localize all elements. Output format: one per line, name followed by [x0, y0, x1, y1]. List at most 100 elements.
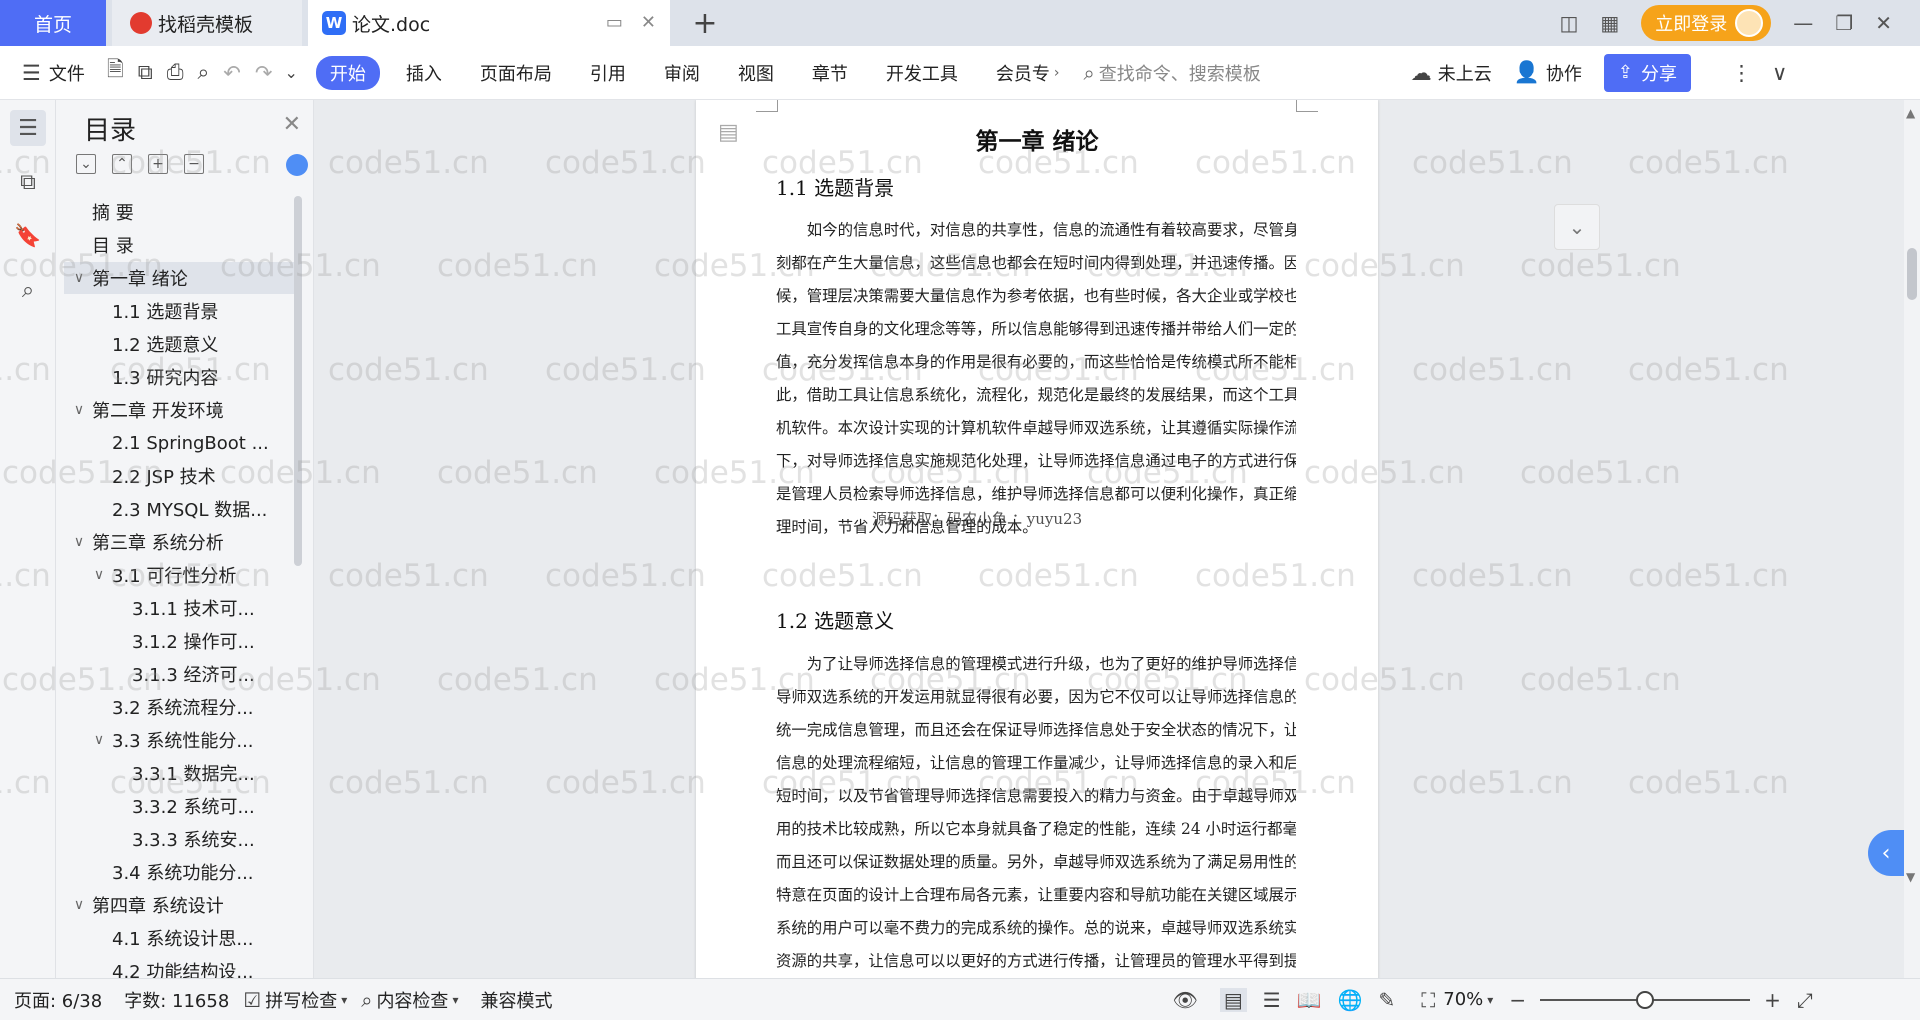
print-icon[interactable]: ⎙	[167, 60, 184, 85]
toc-item[interactable]: ∨ 第一章 绪论	[64, 262, 294, 294]
zoom-in-icon[interactable]: +	[1764, 988, 1781, 1012]
toc-item[interactable]: 3.3.1 数据完...	[64, 757, 294, 789]
command-search-input[interactable]: 查找命令、搜索模板	[1099, 60, 1261, 86]
toc-expand-caret-icon[interactable]: ∨	[90, 567, 108, 583]
save-icon[interactable]: 🗎	[107, 55, 124, 90]
collapse-all-icon[interactable]: ⌃	[112, 154, 132, 174]
tab-chapter[interactable]: 章节	[812, 60, 848, 86]
toc-item[interactable]: 3.1.2 操作可...	[64, 625, 294, 657]
toc-item[interactable]: 目 录	[64, 229, 294, 261]
toc-item[interactable]: 1.1 选题背景	[64, 295, 294, 327]
tab-view[interactable]: 视图	[738, 60, 774, 86]
redo-icon[interactable]: ↷	[255, 61, 273, 85]
fit-page-icon[interactable]: ⛶	[1421, 988, 1435, 1012]
content-check-dropdown-icon[interactable]: ▾	[452, 993, 458, 1007]
tab-review[interactable]: 审阅	[664, 60, 700, 86]
zoom-slider-knob[interactable]	[1636, 990, 1655, 1009]
zoom-dropdown-icon[interactable]: ▾	[1487, 993, 1493, 1007]
toc-expand-caret-icon[interactable]: ∨	[70, 897, 88, 913]
write-mode-icon[interactable]: ✎	[1379, 988, 1396, 1012]
window-close-icon[interactable]: ✕	[1875, 11, 1892, 35]
toc-item[interactable]: 摘 要	[64, 196, 294, 228]
zoom-slider[interactable]	[1540, 990, 1751, 1009]
find-icon[interactable]: ⌕	[10, 272, 46, 308]
zoom-level[interactable]: 70%	[1443, 989, 1483, 1010]
collaborate-button[interactable]: 协作	[1546, 60, 1582, 86]
outline-view-icon[interactable]: ☰	[1263, 988, 1281, 1012]
toc-item[interactable]: ∨ 第三章 系统分析	[64, 526, 294, 558]
tab-page-layout[interactable]: 页面布局	[480, 60, 552, 86]
hamburger-menu-icon[interactable]: ☰	[22, 61, 41, 85]
tab-start[interactable]: 开始	[315, 55, 380, 90]
word-count[interactable]: 字数: 11658	[124, 987, 229, 1013]
page-indicator[interactable]: 页面: 6/38	[14, 987, 102, 1013]
toc-expand-caret-icon[interactable]: ∨	[70, 402, 88, 418]
cloud-status[interactable]: 未上云	[1438, 60, 1492, 86]
zoom-out-icon[interactable]: −	[1509, 988, 1526, 1012]
toc-item[interactable]: ∨ 3.3 系统性能分...	[64, 724, 294, 756]
toc-item[interactable]: 3.1.1 技术可...	[64, 592, 294, 624]
toc-panel-icon[interactable]: ☰	[10, 110, 46, 146]
fullscreen-icon[interactable]: ⤢	[1797, 988, 1813, 1012]
screen-icon[interactable]: ▭	[606, 12, 623, 33]
tab-home[interactable]: 首页	[0, 0, 106, 46]
toc-item[interactable]: ∨ 3.1 可行性分析	[64, 559, 294, 591]
toc-item[interactable]: 3.3.2 系统可...	[64, 790, 294, 822]
document-page[interactable]: ▤ 第一章 绪论 1.1 选题背景 如今的信息时代，对信息的共享性，信息的流通性…	[696, 100, 1378, 978]
page-view-icon[interactable]: ▤	[1219, 987, 1247, 1012]
scroll-thumb[interactable]	[1907, 248, 1917, 300]
page-tools-icon[interactable]: ⌄	[1554, 204, 1600, 250]
tab-insert[interactable]: 插入	[406, 60, 442, 86]
toc-item[interactable]: ∨ 第四章 系统设计	[64, 889, 294, 921]
spell-check-dropdown-icon[interactable]: ▾	[341, 993, 347, 1007]
scroll-up-icon[interactable]: ▲	[1906, 106, 1915, 120]
web-view-icon[interactable]: 🌐	[1338, 988, 1363, 1012]
toc-expand-caret-icon[interactable]: ∨	[90, 732, 108, 748]
toc-item[interactable]: 3.4 系统功能分...	[64, 856, 294, 888]
ribbon-scroll-right-icon[interactable]: ›	[1054, 65, 1060, 81]
preview-icon[interactable]: ⌕	[198, 60, 210, 85]
bookmark-icon[interactable]: 🔖	[10, 218, 46, 254]
tab-developer[interactable]: 开发工具	[886, 60, 958, 86]
toc-item[interactable]: 2.2 JSP 技术	[64, 460, 294, 492]
toc-expand-caret-icon[interactable]: ∨	[70, 270, 88, 286]
scroll-down-icon[interactable]: ▼	[1906, 870, 1915, 884]
toc-item[interactable]: 4.2 功能结构设...	[64, 955, 294, 978]
undo-icon[interactable]: ↶	[223, 61, 241, 85]
navigation-icon[interactable]: ⧉	[10, 164, 46, 200]
tab-references[interactable]: 引用	[590, 60, 626, 86]
share-button[interactable]: ⇪ 分享	[1603, 53, 1691, 92]
add-heading-icon[interactable]: +	[148, 154, 168, 174]
toc-item[interactable]: 4.1 系统设计思...	[64, 922, 294, 954]
new-tab-button[interactable]: +	[688, 6, 722, 41]
file-menu[interactable]: 文件	[49, 60, 85, 86]
layout-icon[interactable]: ◫	[1559, 11, 1578, 35]
toc-item[interactable]: 3.2 系统流程分...	[64, 691, 294, 723]
vertical-scrollbar[interactable]: ▲ ▼	[1904, 100, 1920, 978]
ai-assistant-icon[interactable]	[286, 154, 308, 176]
more-options-icon[interactable]: ⋮	[1731, 61, 1752, 85]
minimize-icon[interactable]: —	[1793, 11, 1813, 35]
toc-item[interactable]: 2.3 MYSQL 数据...	[64, 493, 294, 525]
more-quick-actions-icon[interactable]: ⌄	[285, 63, 298, 82]
expand-all-icon[interactable]: ⌄	[76, 154, 96, 174]
toc-item[interactable]: 2.1 SpringBoot ...	[64, 427, 294, 459]
remove-heading-icon[interactable]: −	[184, 154, 204, 174]
toc-item[interactable]: 3.3.3 系统安...	[64, 823, 294, 855]
eye-protection-icon[interactable]: 👁	[1172, 988, 1197, 1012]
toc-scrollbar[interactable]	[294, 196, 302, 566]
spell-check-button[interactable]: 拼写检查	[265, 987, 337, 1013]
tab-member[interactable]: 会员专	[996, 60, 1050, 86]
toc-item[interactable]: 3.1.3 经济可...	[64, 658, 294, 690]
toc-item[interactable]: 1.2 选题意义	[64, 328, 294, 360]
tab-close-icon[interactable]: ✕	[641, 12, 656, 33]
toc-expand-caret-icon[interactable]: ∨	[70, 534, 88, 550]
toc-close-icon[interactable]: ✕	[283, 112, 301, 137]
tab-document[interactable]: W 论文.doc ▭ ✕	[308, 0, 670, 46]
toc-item[interactable]: 1.3 研究内容	[64, 361, 294, 393]
toc-item[interactable]: ∨ 第二章 开发环境	[64, 394, 294, 426]
restore-icon[interactable]: ❐	[1835, 11, 1853, 35]
export-icon[interactable]: ⧉	[138, 60, 153, 85]
collapse-ribbon-icon[interactable]: ∨	[1772, 61, 1787, 85]
login-button[interactable]: 立即登录	[1641, 5, 1772, 41]
